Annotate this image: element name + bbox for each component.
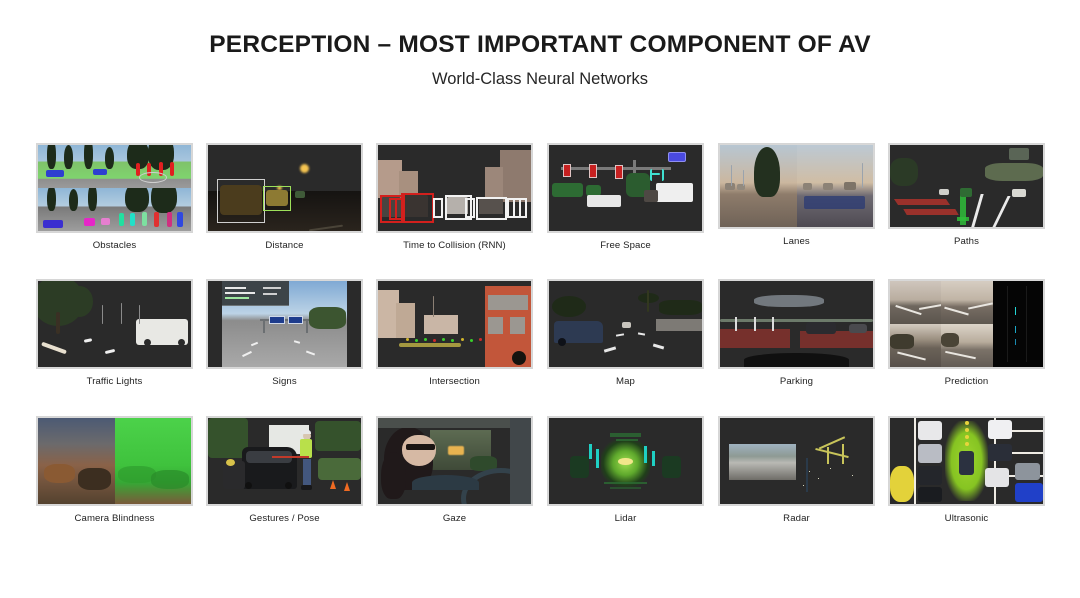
tile-row: Camera Blindness Gestures / Pose Gaze Li… (0, 417, 1080, 555)
thumbnail-frame (37, 144, 192, 232)
tile-gestures-pose[interactable]: Gestures / Pose (207, 417, 362, 524)
page-subtitle: World-Class Neural Networks (431, 70, 649, 88)
tile-lanes[interactable]: Lanes (719, 144, 874, 247)
thumbnail-frame (37, 417, 192, 505)
thumbnail-frame (548, 280, 703, 368)
thumbnail-radar (720, 418, 873, 504)
tile-distance[interactable]: Distance (207, 144, 362, 251)
thumbnail-gaze (378, 418, 531, 504)
tile-caption: Parking (779, 376, 814, 387)
thumbnail-signs (208, 281, 361, 367)
tile-prediction[interactable]: Prediction (889, 280, 1044, 387)
thumbnail-frame (719, 417, 874, 505)
thumbnail-frame (548, 417, 703, 505)
tile-caption: Map (616, 376, 635, 387)
thumbnail-intersection (378, 281, 531, 367)
tile-caption: Ultrasonic (944, 513, 989, 524)
tile-caption: Traffic Lights (86, 376, 143, 387)
thumbnail-frame (377, 144, 532, 232)
tile-paths[interactable]: Paths (889, 144, 1044, 247)
tile-caption: Prediction (944, 376, 989, 387)
thumbnail-frame (548, 144, 703, 232)
thumbnail-free-space (549, 145, 702, 231)
tile-lidar[interactable]: Lidar (548, 417, 703, 524)
thumbnail-frame (889, 417, 1044, 505)
thumbnail-lanes (720, 145, 873, 227)
thumbnail-frame (37, 280, 192, 368)
thumbnail-frame (889, 280, 1044, 368)
thumbnail-frame (207, 417, 362, 505)
thumbnail-frame (377, 417, 532, 505)
thumbnail-ultrasonic (890, 418, 1043, 504)
page-title: PERCEPTION – MOST IMPORTANT COMPONENT OF… (209, 31, 871, 58)
tile-signs[interactable]: Signs (207, 280, 362, 387)
tile-map[interactable]: Map (548, 280, 703, 387)
tile-caption: Lidar (614, 513, 637, 524)
tile-free-space[interactable]: Free Space (548, 144, 703, 251)
tile-caption: Free Space (600, 240, 651, 251)
thumbnail-frame (377, 280, 532, 368)
tile-row: Obstacles Distance Time to Collision (RN… (0, 144, 1080, 282)
thumbnail-map (549, 281, 702, 367)
thumbnail-frame (889, 144, 1044, 228)
slide-header: PERCEPTION – MOST IMPORTANT COMPONENT OF… (0, 0, 1080, 89)
tile-caption: Radar (783, 513, 810, 524)
thumbnail-paths (890, 145, 1043, 227)
tile-caption: Obstacles (92, 240, 137, 251)
thumbnail-distance (208, 145, 361, 231)
tile-traffic-lights[interactable]: Traffic Lights (37, 280, 192, 387)
perception-tile-grid: Obstacles Distance Time to Collision (RN… (0, 140, 1080, 560)
thumbnail-frame (719, 144, 874, 228)
tile-intersection[interactable]: Intersection (377, 280, 532, 387)
tile-caption: Gaze (442, 513, 467, 524)
tile-caption: Camera Blindness (74, 513, 155, 524)
thumbnail-obstacles (38, 145, 191, 231)
tile-parking[interactable]: Parking (719, 280, 874, 387)
tile-row: Traffic Lights Signs Intersection Map Pa… (0, 280, 1080, 418)
tile-caption: Distance (265, 240, 304, 251)
thumbnail-gestures-pose (208, 418, 361, 504)
thumbnail-lidar (549, 418, 702, 504)
tile-time-to-collision[interactable]: Time to Collision (RNN) (377, 144, 532, 251)
thumbnail-camera-blindness (38, 418, 191, 504)
thumbnail-traffic-lights (38, 281, 191, 367)
thumbnail-prediction (890, 281, 1043, 367)
tile-caption: Paths (953, 236, 980, 247)
tile-gaze[interactable]: Gaze (377, 417, 532, 524)
tile-caption: Lanes (783, 236, 810, 247)
tile-obstacles[interactable]: Obstacles (37, 144, 192, 251)
tile-camera-blindness[interactable]: Camera Blindness (37, 417, 192, 524)
thumbnail-time-to-collision (378, 145, 531, 231)
tile-caption: Gestures / Pose (249, 513, 320, 524)
tile-caption: Signs (272, 376, 297, 387)
tile-caption: Time to Collision (RNN) (403, 240, 506, 251)
tile-radar[interactable]: Radar (719, 417, 874, 524)
thumbnail-frame (207, 280, 362, 368)
thumbnail-parking (720, 281, 873, 367)
thumbnail-frame (207, 144, 362, 232)
tile-ultrasonic[interactable]: Ultrasonic (889, 417, 1044, 524)
thumbnail-frame (719, 280, 874, 368)
tile-caption: Intersection (429, 376, 480, 387)
